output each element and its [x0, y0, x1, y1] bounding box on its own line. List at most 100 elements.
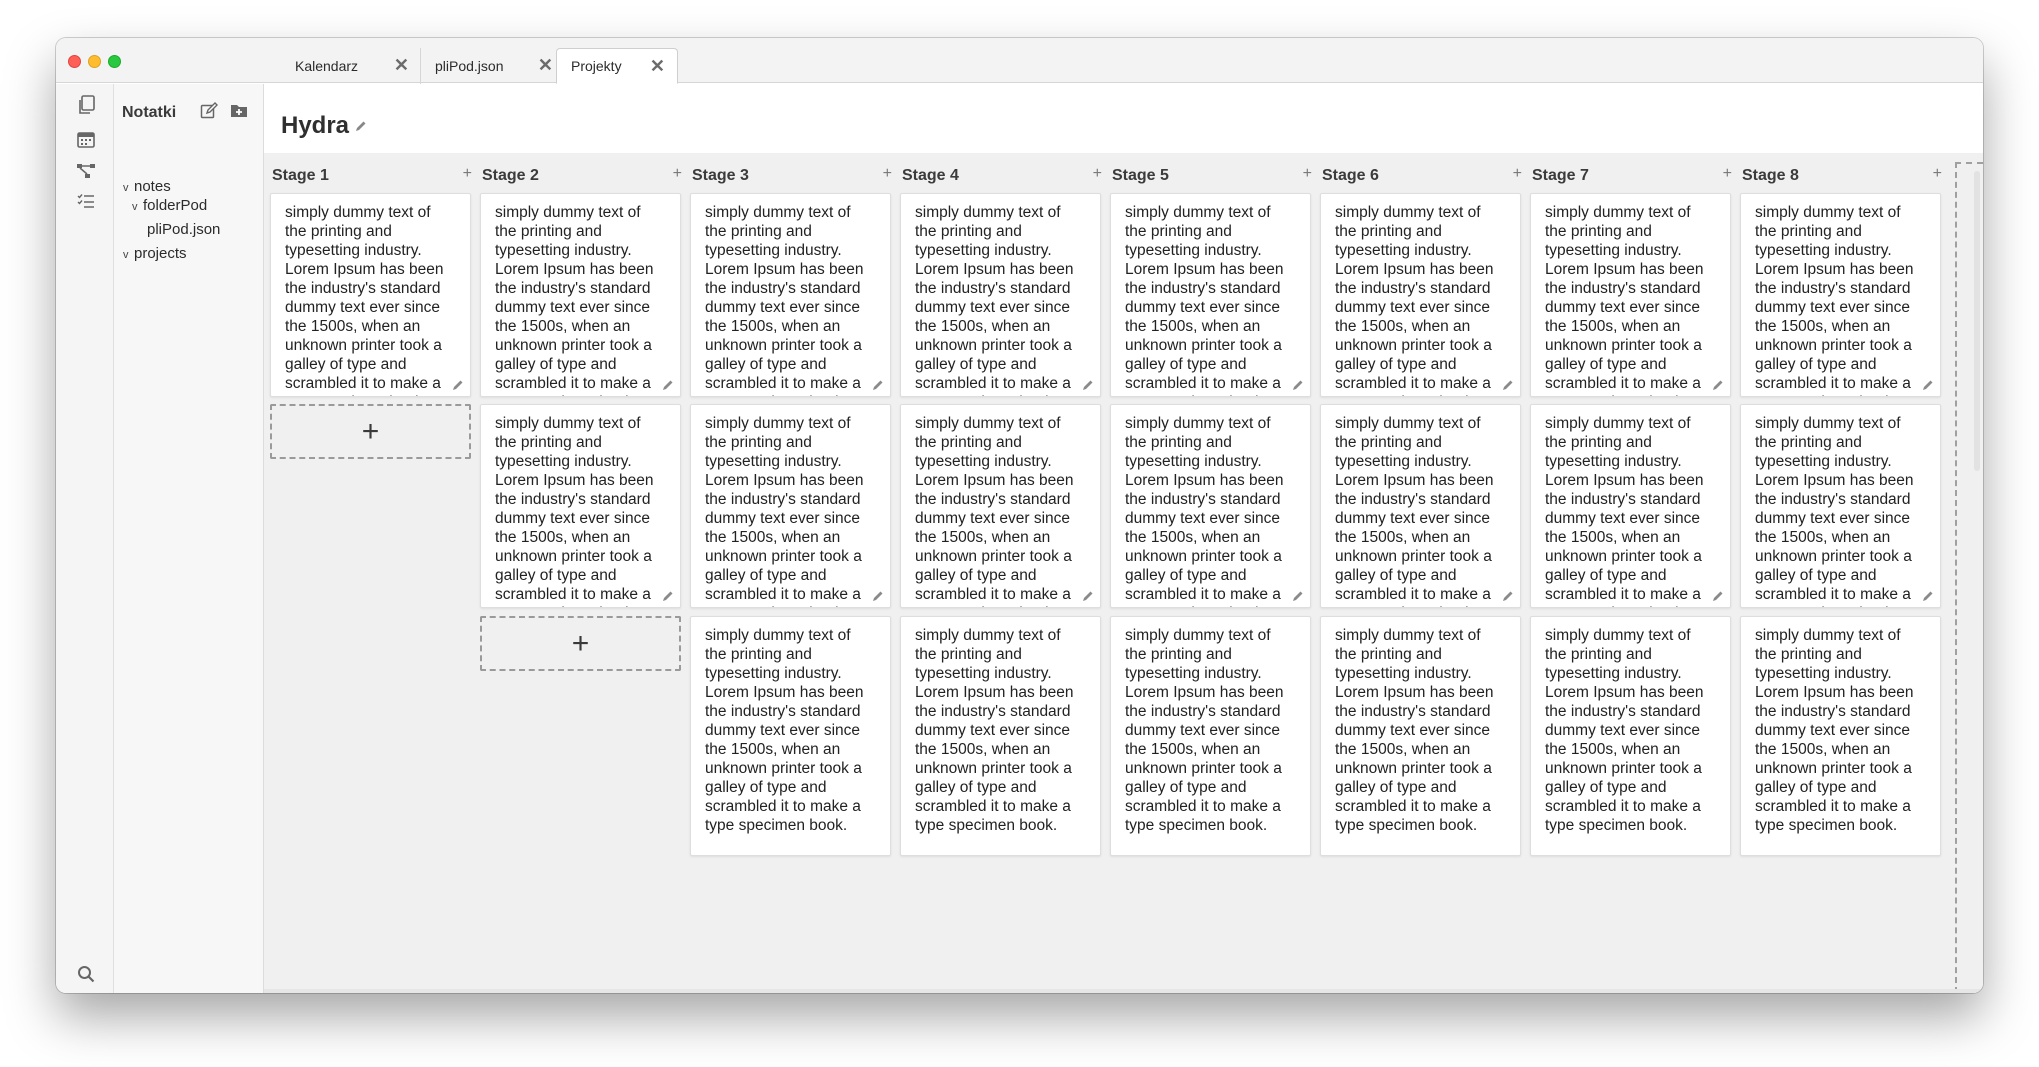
- calendar-icon[interactable]: [75, 128, 97, 150]
- column-title[interactable]: Stage 3: [692, 167, 749, 185]
- card-text: simply dummy text of the printing and ty…: [1755, 415, 1914, 607]
- add-card-icon[interactable]: +: [673, 165, 682, 183]
- add-card-icon[interactable]: +: [1933, 165, 1942, 183]
- edit-note-icon[interactable]: [200, 102, 220, 122]
- kanban-card[interactable]: simply dummy text of the printing and ty…: [1530, 616, 1731, 856]
- add-card-icon[interactable]: +: [883, 165, 892, 183]
- edit-card-icon[interactable]: [872, 590, 884, 602]
- page-title-text[interactable]: Hydra: [281, 112, 349, 140]
- card-text: simply dummy text of the printing and ty…: [495, 204, 654, 396]
- card-text: simply dummy text of the printing and ty…: [1125, 204, 1284, 396]
- column-header: Stage 3 +: [686, 165, 896, 187]
- kanban-card[interactable]: simply dummy text of the printing and ty…: [480, 404, 681, 608]
- edit-card-icon[interactable]: [1502, 590, 1514, 602]
- minimize-window-button[interactable]: [88, 55, 101, 68]
- kanban-card[interactable]: simply dummy text of the printing and ty…: [690, 193, 891, 397]
- tree-item-folderpod[interactable]: v folderPod: [132, 197, 207, 214]
- card-text: simply dummy text of the printing and ty…: [1335, 204, 1494, 396]
- close-icon[interactable]: ✕: [650, 57, 665, 75]
- column-title[interactable]: Stage 6: [1322, 167, 1379, 185]
- close-icon[interactable]: ✕: [394, 56, 409, 74]
- column-header: Stage 7 +: [1526, 165, 1736, 187]
- card-text: simply dummy text of the printing and ty…: [1755, 204, 1914, 396]
- add-card-icon[interactable]: +: [1093, 165, 1102, 183]
- search-icon[interactable]: [75, 963, 97, 985]
- close-icon[interactable]: ✕: [538, 56, 553, 74]
- edit-card-icon[interactable]: [1502, 379, 1514, 391]
- tab-plipod-json[interactable]: pliPod.json ✕: [420, 48, 565, 84]
- kanban-card[interactable]: simply dummy text of the printing and ty…: [1320, 193, 1521, 397]
- column-title[interactable]: Stage 8: [1742, 167, 1799, 185]
- kanban-card[interactable]: simply dummy text of the printing and ty…: [1530, 193, 1731, 397]
- edit-title-icon[interactable]: [355, 120, 367, 132]
- column-header: Stage 6 +: [1316, 165, 1526, 187]
- board-column: Stage 3 + simply dummy text of the printin…: [686, 153, 896, 993]
- card-text: simply dummy text of the printing and ty…: [1545, 204, 1704, 396]
- edit-card-icon[interactable]: [1712, 590, 1724, 602]
- tree-item-notes[interactable]: v notes: [123, 178, 171, 195]
- kanban-card[interactable]: simply dummy text of the printing and ty…: [1740, 193, 1941, 397]
- kanban-card[interactable]: simply dummy text of the printing and ty…: [270, 193, 471, 397]
- card-text: simply dummy text of the printing and ty…: [1545, 627, 1704, 834]
- add-card-icon[interactable]: +: [1513, 165, 1522, 183]
- column-title[interactable]: Stage 2: [482, 167, 539, 185]
- tab-label: Kalendarz: [295, 58, 359, 74]
- edit-card-icon[interactable]: [1712, 379, 1724, 391]
- column-title[interactable]: Stage 4: [902, 167, 959, 185]
- column-title[interactable]: Stage 5: [1112, 167, 1169, 185]
- kanban-card[interactable]: simply dummy text of the printing and ty…: [480, 193, 681, 397]
- edit-card-icon[interactable]: [662, 590, 674, 602]
- board-column: Stage 7 + simply dummy text of the printin…: [1526, 153, 1736, 993]
- card-text: simply dummy text of the printing and ty…: [285, 204, 444, 396]
- kanban-card[interactable]: simply dummy text of the printing and ty…: [1740, 616, 1941, 856]
- kanban-card[interactable]: simply dummy text of the printing and ty…: [1320, 404, 1521, 608]
- edit-card-icon[interactable]: [452, 379, 464, 391]
- tab-kalendarz[interactable]: Kalendarz ✕: [281, 48, 421, 84]
- edit-card-icon[interactable]: [662, 379, 674, 391]
- new-folder-icon[interactable]: [230, 102, 250, 122]
- add-card-icon[interactable]: +: [463, 165, 472, 183]
- card-text: simply dummy text of the printing and ty…: [1125, 415, 1284, 607]
- chevron-down-icon[interactable]: v: [132, 201, 143, 213]
- kanban-card[interactable]: simply dummy text of the printing and ty…: [1530, 404, 1731, 608]
- tree-item-label: projects: [134, 245, 187, 262]
- checklist-icon[interactable]: [75, 190, 97, 212]
- tree-item-label: notes: [134, 178, 171, 195]
- zoom-window-button[interactable]: [108, 55, 121, 68]
- kanban-card[interactable]: simply dummy text of the printing and ty…: [1740, 404, 1941, 608]
- chevron-down-icon[interactable]: v: [123, 249, 134, 261]
- chevron-down-icon[interactable]: v: [123, 182, 134, 194]
- edit-card-icon[interactable]: [1922, 590, 1934, 602]
- column-title[interactable]: Stage 1: [272, 167, 329, 185]
- tree-item-projects[interactable]: v projects: [123, 245, 187, 262]
- close-window-button[interactable]: [68, 55, 81, 68]
- add-card-button[interactable]: +: [270, 404, 471, 459]
- graph-icon[interactable]: [75, 160, 97, 182]
- kanban-card[interactable]: simply dummy text of the printing and ty…: [900, 193, 1101, 397]
- edit-card-icon[interactable]: [1082, 590, 1094, 602]
- kanban-card[interactable]: simply dummy text of the printing and ty…: [690, 616, 891, 856]
- kanban-card[interactable]: simply dummy text of the printing and ty…: [1110, 404, 1311, 608]
- edit-card-icon[interactable]: [1082, 379, 1094, 391]
- edit-card-icon[interactable]: [1922, 379, 1934, 391]
- edit-card-icon[interactable]: [872, 379, 884, 391]
- add-card-button[interactable]: +: [480, 616, 681, 671]
- copy-icon[interactable]: [75, 94, 97, 116]
- kanban-card[interactable]: simply dummy text of the printing and ty…: [900, 404, 1101, 608]
- card-text: simply dummy text of the printing and ty…: [1545, 415, 1704, 607]
- card-text: simply dummy text of the printing and ty…: [705, 627, 864, 834]
- kanban-card[interactable]: simply dummy text of the printing and ty…: [690, 404, 891, 608]
- tree-item-plipod-json[interactable]: pliPod.json: [147, 221, 220, 238]
- kanban-card[interactable]: simply dummy text of the printing and ty…: [1110, 193, 1311, 397]
- kanban-card[interactable]: simply dummy text of the printing and ty…: [1320, 616, 1521, 856]
- kanban-card[interactable]: simply dummy text of the printing and ty…: [900, 616, 1101, 856]
- card-text: simply dummy text of the printing and ty…: [495, 415, 654, 607]
- kanban-card[interactable]: simply dummy text of the printing and ty…: [1110, 616, 1311, 856]
- tab-projekty[interactable]: Projekty ✕: [556, 48, 678, 84]
- vertical-scrollbar[interactable]: [1974, 171, 1980, 471]
- add-card-icon[interactable]: +: [1303, 165, 1312, 183]
- column-title[interactable]: Stage 7: [1532, 167, 1589, 185]
- edit-card-icon[interactable]: [1292, 590, 1304, 602]
- add-card-icon[interactable]: +: [1723, 165, 1732, 183]
- edit-card-icon[interactable]: [1292, 379, 1304, 391]
